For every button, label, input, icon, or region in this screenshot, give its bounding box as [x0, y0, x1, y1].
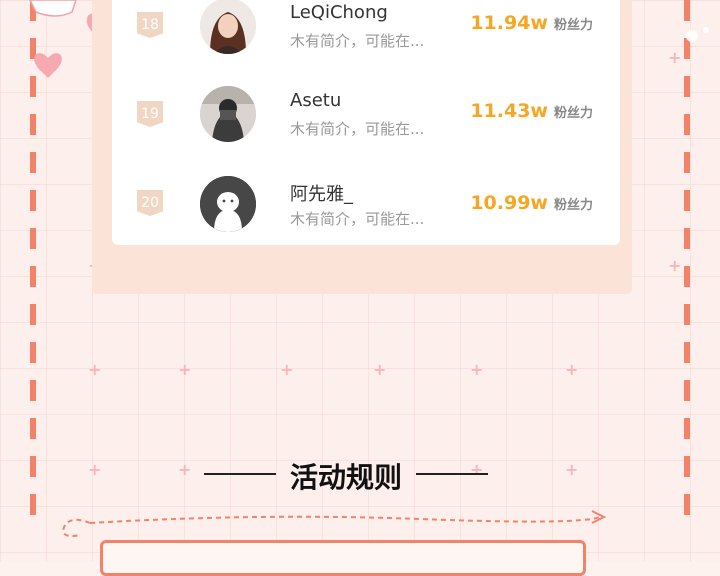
- default-avatar-icon: [200, 176, 256, 232]
- user-avatar-icon: [200, 86, 256, 142]
- list-item[interactable]: 18 LeQiChong 木有简介，可能在... 11.94w 粉丝力: [112, 0, 620, 82]
- avatar[interactable]: [200, 86, 256, 142]
- plus-decoration: +: [565, 460, 579, 479]
- rank-badge: 20: [137, 190, 163, 216]
- dashed-border-right: [684, 0, 690, 530]
- plus-decoration: +: [280, 360, 294, 379]
- plus-decoration: +: [178, 460, 192, 479]
- fans-number: 11.43w: [470, 100, 548, 122]
- fans-number: 10.99w: [470, 192, 548, 214]
- user-name[interactable]: LeQiChong: [290, 2, 388, 23]
- sparkle-decoration: [686, 27, 709, 42]
- rules-box: [100, 540, 586, 576]
- user-name[interactable]: Asetu: [290, 90, 341, 111]
- fans-value: 11.94w 粉丝力: [470, 12, 593, 34]
- plus-decoration: +: [88, 360, 102, 379]
- rank-badge: 18: [137, 12, 163, 38]
- title-rule-left: [204, 473, 276, 475]
- fans-label: 粉丝力: [553, 106, 593, 121]
- plus-decoration: +: [88, 460, 102, 479]
- list-item[interactable]: 20 阿先雅_ 木有简介，可能在... 10.99w 粉丝力: [112, 172, 620, 254]
- fans-number: 11.94w: [470, 12, 548, 34]
- plus-decoration: +: [668, 256, 682, 275]
- fans-label: 粉丝力: [553, 198, 593, 213]
- plus-decoration: +: [565, 360, 579, 379]
- user-intro: 木有简介，可能在...: [290, 120, 425, 138]
- list-item[interactable]: 19 Asetu 木有简介，可能在... 11.43w 粉丝力: [112, 84, 620, 166]
- plus-decoration: +: [373, 360, 387, 379]
- plus-decoration: +: [470, 460, 484, 479]
- avatar[interactable]: [200, 176, 256, 232]
- user-intro: 木有简介，可能在...: [290, 210, 425, 228]
- plus-decoration: +: [668, 48, 682, 67]
- fans-label: 粉丝力: [553, 18, 593, 33]
- user-name[interactable]: 阿先雅_: [290, 180, 353, 206]
- user-intro: 木有简介，可能在...: [290, 32, 425, 50]
- avatar[interactable]: [200, 0, 256, 54]
- section-title: 活动规则: [289, 461, 402, 494]
- user-avatar-icon: [200, 0, 256, 54]
- fans-value: 10.99w 粉丝力: [470, 192, 593, 214]
- title-rule-right: [416, 473, 488, 475]
- ranking-list: 18 LeQiChong 木有简介，可能在... 11.94w 粉丝力 19 A…: [112, 0, 620, 245]
- rank-badge: 19: [137, 101, 163, 127]
- ribbon-decoration: [62, 510, 607, 537]
- plus-decoration: +: [470, 360, 484, 379]
- plus-decoration: +: [178, 360, 192, 379]
- fans-value: 11.43w 粉丝力: [470, 100, 593, 122]
